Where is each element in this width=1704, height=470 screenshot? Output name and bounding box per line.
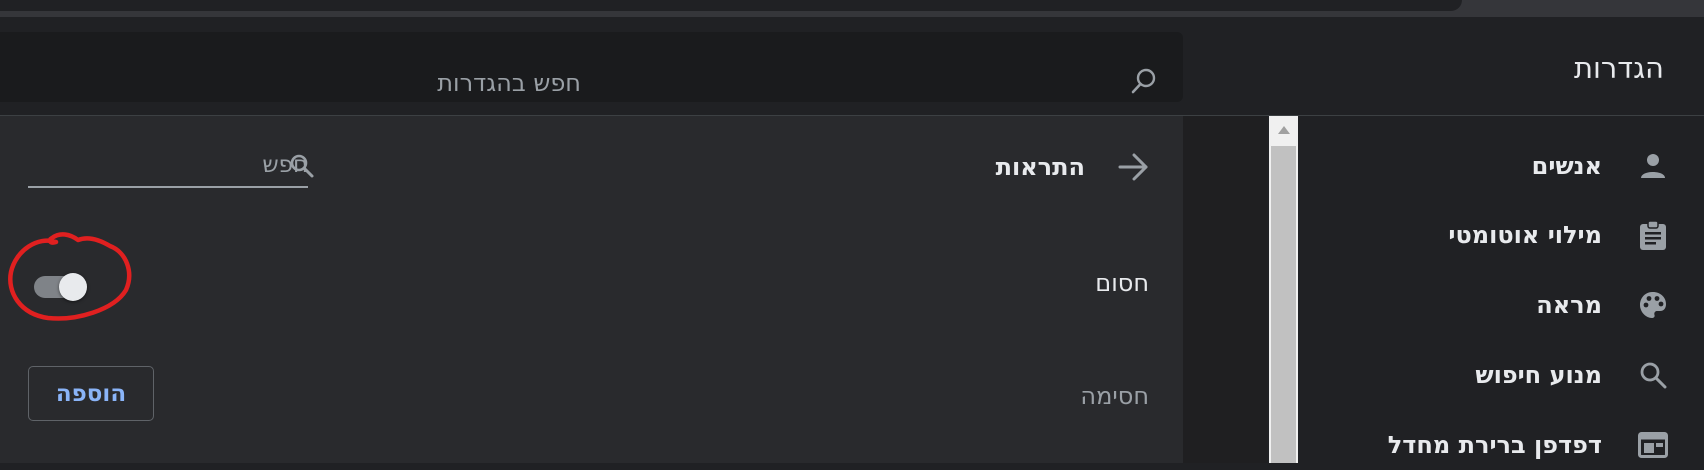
add-button[interactable]: הוספה <box>28 366 154 421</box>
sidebar-item-label: מילוי אוטומטי <box>1448 221 1602 249</box>
sidebar-item-label: מנוע חיפוש <box>1475 361 1602 389</box>
settings-search-input[interactable]: חפש בהגדרות <box>437 66 581 100</box>
sidebar-item-label: דפדפן ברירת מחדל <box>1387 431 1602 459</box>
browser-toolbar-edge <box>0 0 1462 11</box>
clipboard-icon <box>1636 218 1670 252</box>
chevron-up-icon <box>1277 126 1290 134</box>
section-title: התראות <box>995 153 1085 181</box>
settings-sidebar: אנשים מילוי אוטומטי מראה מנוע חיפוש דפדפ… <box>1298 116 1704 463</box>
scrollbar-thumb[interactable] <box>1271 146 1296 463</box>
back-arrow-icon[interactable] <box>1116 150 1152 184</box>
settings-search-box[interactable]: חפש בהגדרות <box>0 32 1183 102</box>
sidebar-item-label: מראה <box>1536 291 1602 319</box>
red-circle-annotation <box>8 232 132 321</box>
block-setting-label: חסום <box>1095 269 1149 297</box>
sidebar-item-label: אנשים <box>1531 152 1602 180</box>
sidebar-item-autofill[interactable]: מילוי אוטומטי <box>1298 210 1704 260</box>
page-title: הגדרות <box>1573 51 1664 85</box>
browser-top-strip <box>0 0 1704 17</box>
palette-icon <box>1636 288 1670 322</box>
scroll-up-button[interactable] <box>1269 116 1298 144</box>
search-icon <box>290 154 314 178</box>
sidebar-gap <box>1183 116 1267 463</box>
browser-icon <box>1636 428 1670 462</box>
sidebar-scrollbar[interactable] <box>1269 116 1298 463</box>
search-icon <box>1131 68 1156 94</box>
settings-header: חפש בהגדרות הגדרות <box>0 17 1704 116</box>
list-search-field[interactable]: חפש <box>28 146 308 188</box>
blocked-section-label: חסימה <box>1080 382 1149 410</box>
sidebar-item-people[interactable]: אנשים <box>1298 141 1704 191</box>
search-icon <box>1636 358 1670 392</box>
person-icon <box>1636 149 1670 183</box>
notifications-panel: התראות חפש חסום חסימה הוספה <box>0 116 1183 463</box>
sidebar-item-appearance[interactable]: מראה <box>1298 280 1704 330</box>
sidebar-item-search-engine[interactable]: מנוע חיפוש <box>1298 350 1704 400</box>
